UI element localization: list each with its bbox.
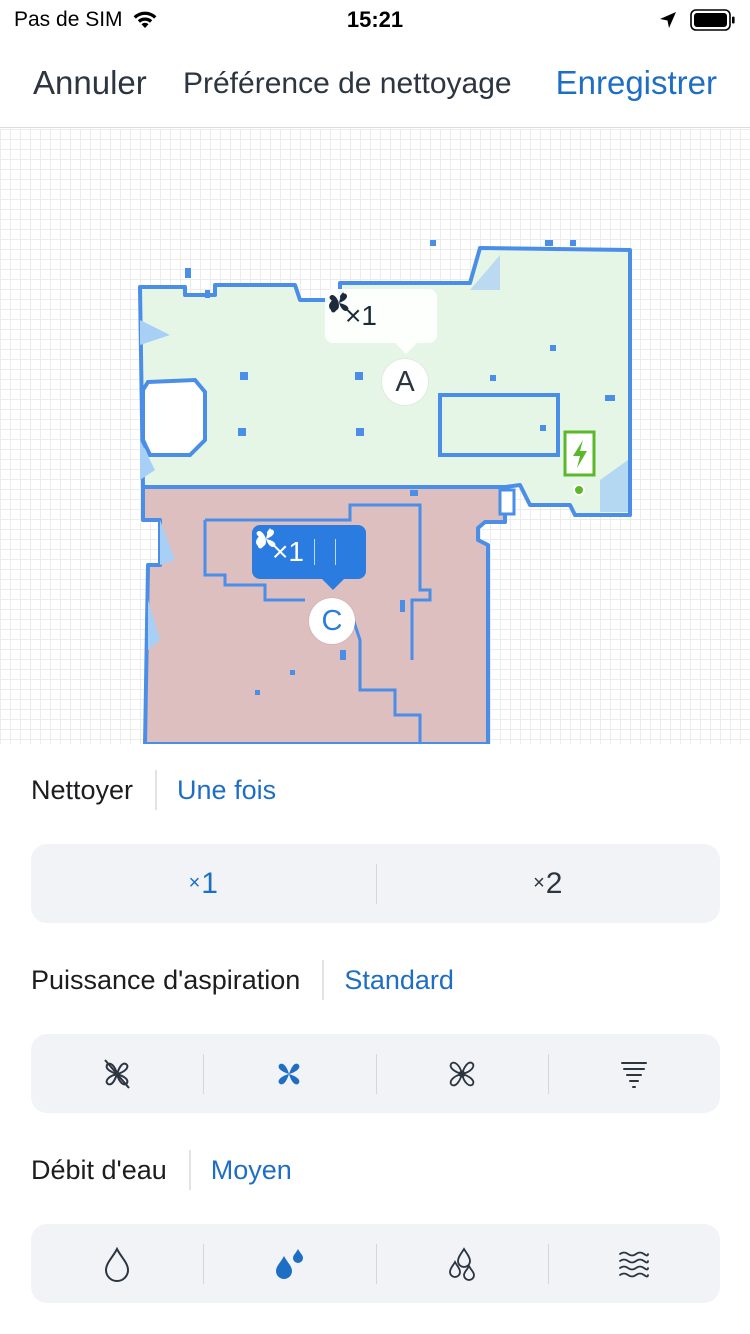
drop-low-icon — [105, 1246, 130, 1282]
water-value: Moyen — [210, 1154, 292, 1185]
suction-selector — [31, 1034, 720, 1113]
passes-2-button[interactable]: × 2 — [375, 844, 721, 923]
settings-panel: Nettoyer Une fois × 1 × 2 Puissance d'aspi… — [0, 744, 750, 1334]
room-c-label[interactable]: C — [309, 598, 355, 644]
battery-icon — [690, 9, 735, 31]
water-waves-icon — [618, 1251, 649, 1277]
water-low-button[interactable] — [31, 1224, 203, 1303]
floor-map[interactable]: ×1 A ×1 C — [0, 129, 750, 744]
location-arrow-icon — [660, 12, 676, 28]
water-max-button[interactable] — [547, 1224, 720, 1303]
suction-header: Puissance d'aspiration Standard — [31, 958, 454, 1002]
map-drawing — [138, 240, 632, 744]
clean-passes-selector: × 1 × 2 — [31, 844, 720, 923]
room-c-settings-badge[interactable]: ×1 — [252, 525, 366, 590]
water-label: Débit d'eau — [31, 1154, 167, 1185]
water-high-button[interactable] — [375, 1224, 548, 1303]
fan-off-icon — [104, 1058, 130, 1089]
drops-medium-icon — [276, 1248, 304, 1279]
status-bar: Pas de SIM 15:21 — [0, 0, 750, 42]
page-title: Préférence de nettoyage — [183, 67, 512, 100]
suction-label: Puissance d'aspiration — [31, 964, 301, 995]
suction-standard-button[interactable] — [203, 1034, 375, 1113]
clean-label: Nettoyer — [31, 774, 134, 805]
suction-max-button[interactable] — [547, 1034, 720, 1113]
suction-off-button[interactable] — [31, 1034, 203, 1113]
tornado-max-icon — [620, 1061, 647, 1088]
room-a-settings-badge[interactable]: ×1 — [325, 289, 437, 354]
drops-high-icon — [448, 1246, 475, 1281]
passes-1-button[interactable]: × 1 — [31, 844, 376, 923]
fan-standard-icon — [278, 1063, 300, 1084]
water-header: Débit d'eau Moyen — [31, 1148, 292, 1192]
status-time: 15:21 — [346, 7, 404, 32]
clean-value: Une fois — [177, 774, 277, 805]
drops-medium-icon — [329, 292, 346, 311]
suction-value: Standard — [344, 964, 454, 995]
suction-strong-button[interactable] — [375, 1034, 548, 1113]
water-selector — [31, 1224, 720, 1303]
fan-strong-icon — [449, 1061, 474, 1086]
water-medium-button[interactable] — [203, 1224, 375, 1303]
cancel-button[interactable]: Annuler — [33, 64, 147, 102]
navigation-bar: Annuler Préférence de nettoyage Enregist… — [0, 42, 750, 128]
drops-medium-icon — [256, 528, 273, 547]
save-button[interactable]: Enregistrer — [556, 64, 717, 102]
room-a-label[interactable]: A — [382, 359, 428, 405]
clean-header: Nettoyer Une fois — [31, 768, 276, 812]
